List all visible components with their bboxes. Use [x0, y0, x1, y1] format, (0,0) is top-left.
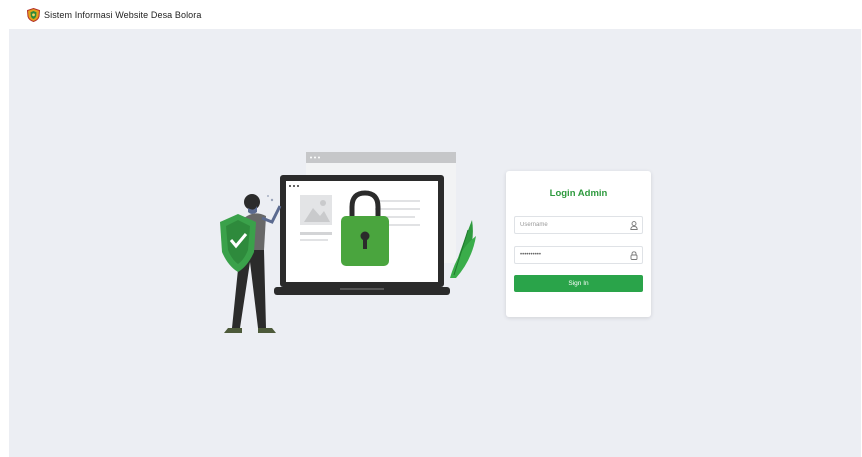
brand[interactable]: Sistem Informasi Website Desa Bolora [27, 8, 202, 22]
login-card: Login Admin Sign In [506, 171, 651, 317]
sign-in-button[interactable]: Sign In [514, 275, 643, 292]
shield-emblem-icon [27, 8, 40, 22]
password-input[interactable] [520, 249, 625, 261]
security-illustration [220, 152, 476, 333]
login-title: Login Admin [549, 188, 608, 199]
app-title: Sistem Informasi Website Desa Bolora [44, 10, 202, 20]
username-input[interactable] [520, 219, 625, 231]
lock-icon [630, 251, 638, 260]
username-field[interactable] [514, 216, 643, 234]
user-icon [630, 221, 638, 230]
password-field[interactable] [514, 246, 643, 264]
top-bar: Sistem Informasi Website Desa Bolora [0, 0, 862, 29]
